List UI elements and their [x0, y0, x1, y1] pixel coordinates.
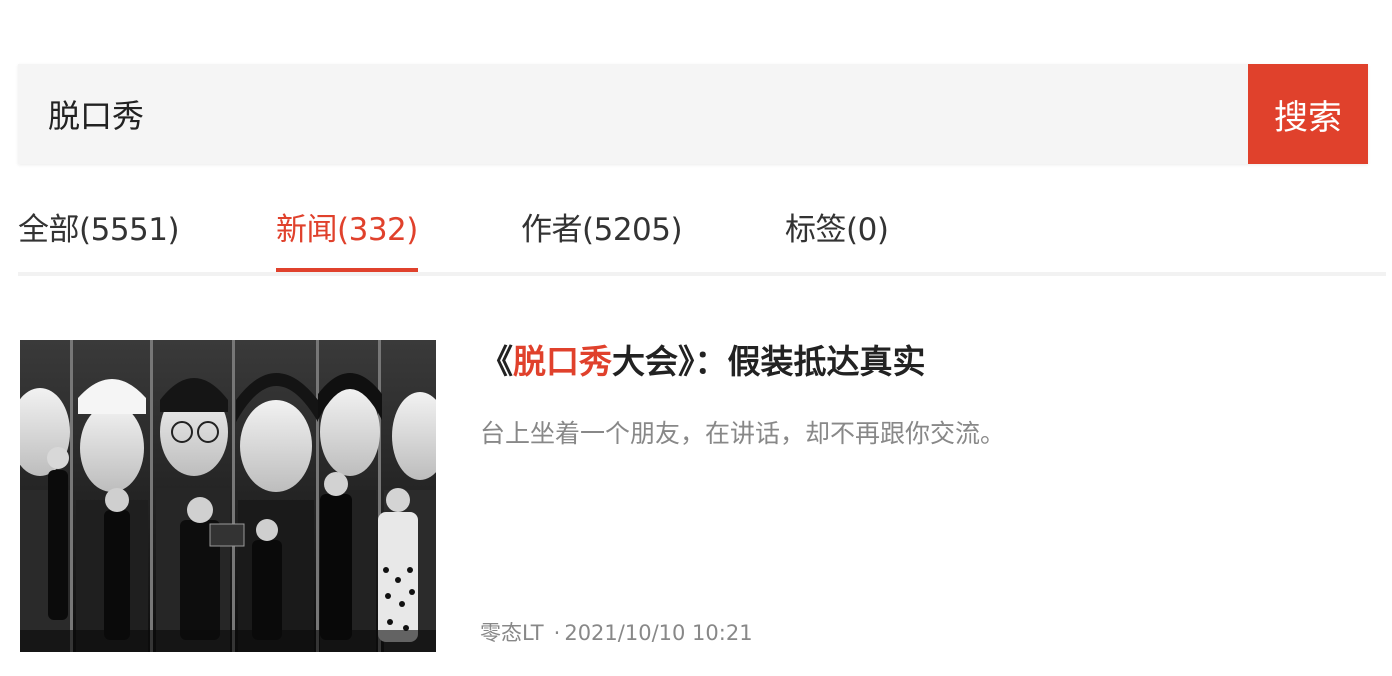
- meta-separator: ·: [553, 621, 561, 645]
- title-prefix: 《: [480, 342, 513, 381]
- article-title[interactable]: 《脱口秀大会》：假装抵达真实: [480, 340, 926, 384]
- article-meta: 零态LT · 2021/10/10 10:21: [480, 618, 753, 648]
- tab-news[interactable]: 新闻(332): [276, 210, 418, 272]
- tab-authors[interactable]: 作者(5205): [521, 210, 683, 272]
- search-input[interactable]: [18, 64, 1248, 164]
- news-result-item[interactable]: 《脱口秀大会》：假装抵达真实 台上坐着一个朋友，在讲话，却不再跟你交流。 零态L…: [20, 340, 1370, 652]
- article-summary: 台上坐着一个朋友，在讲话，却不再跟你交流。: [480, 419, 1006, 448]
- publish-datetime: 2021/10/10 10:21: [564, 621, 753, 645]
- article-thumbnail[interactable]: [20, 340, 436, 652]
- author-name[interactable]: 零态LT: [480, 621, 544, 645]
- tab-tags[interactable]: 标签(0): [785, 210, 889, 272]
- tab-all[interactable]: 全部(5551): [18, 210, 180, 272]
- title-keyword-highlight: 脱口秀: [513, 342, 612, 381]
- cast-photo-image: [20, 340, 436, 652]
- search-button[interactable]: 搜索: [1248, 64, 1368, 164]
- result-tabs: 全部(5551) 新闻(332) 作者(5205) 标签(0): [18, 196, 1386, 276]
- search-bar: 搜索: [18, 64, 1368, 164]
- title-suffix: 大会》：假装抵达真实: [612, 342, 926, 381]
